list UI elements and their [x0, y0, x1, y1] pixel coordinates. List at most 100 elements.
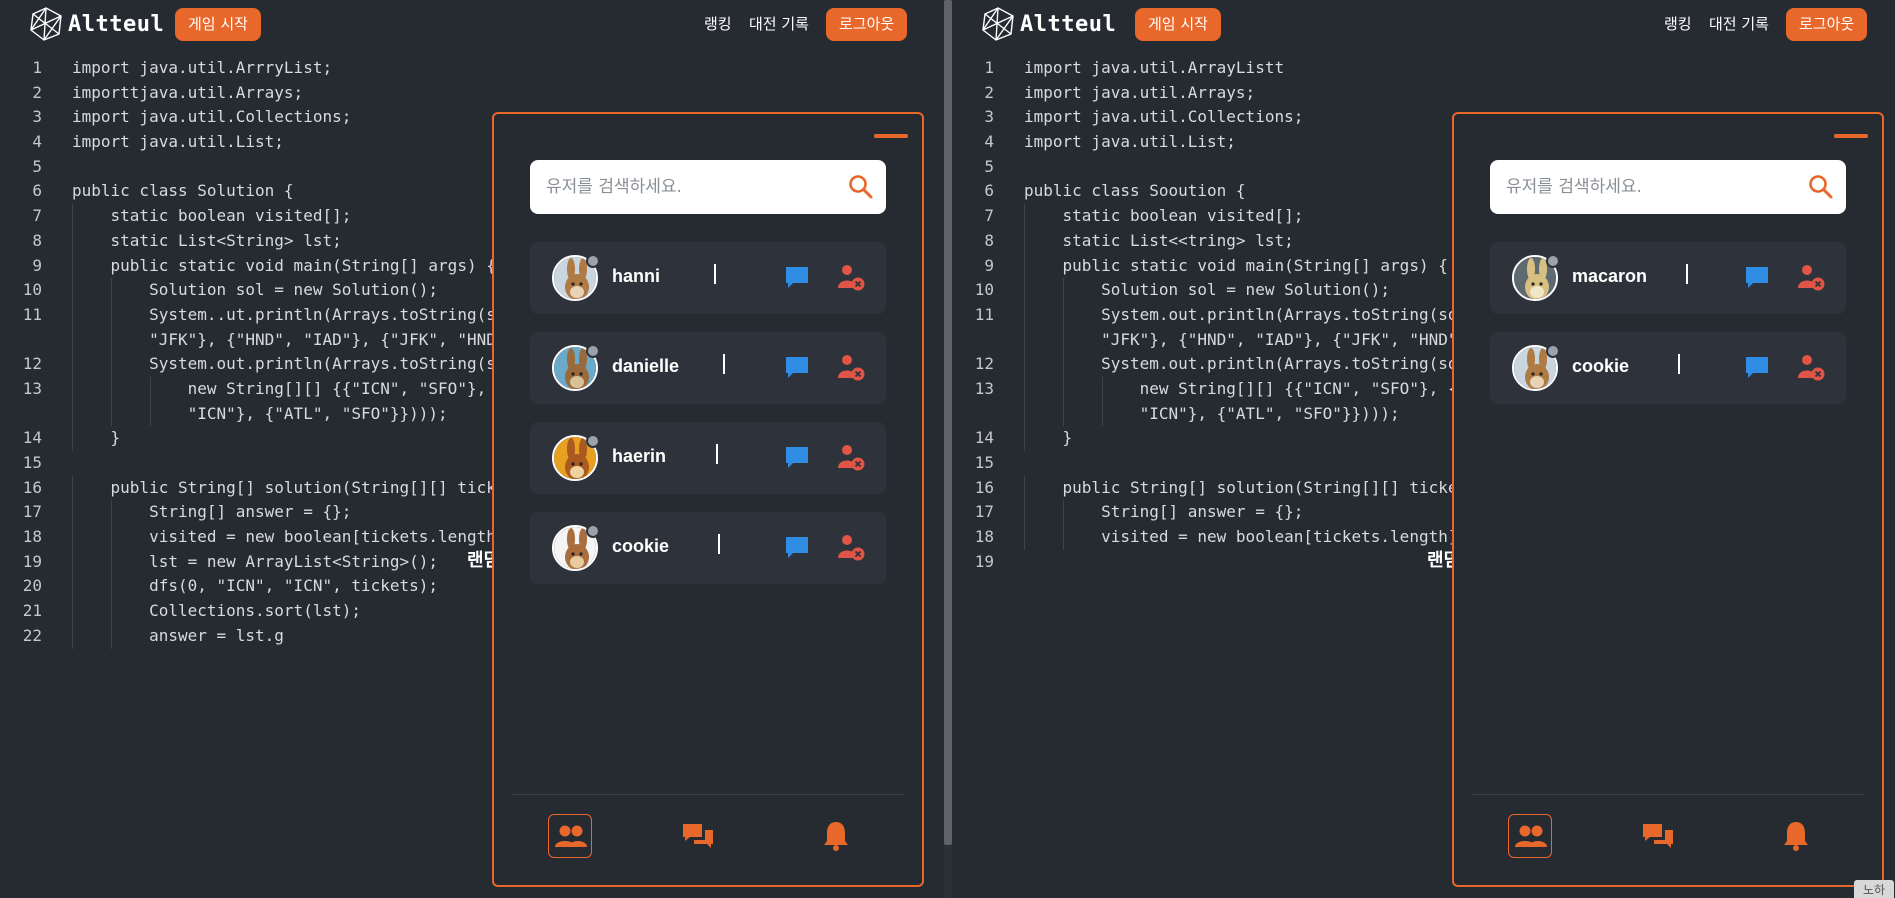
logo[interactable]: Altteul — [28, 6, 164, 42]
start-game-button[interactable]: 게임 시작 — [1135, 8, 1221, 41]
panel-divider — [1472, 794, 1864, 795]
code-text: import java.util.Collections; — [1024, 107, 1304, 127]
friend-item[interactable]: cookie — [1490, 332, 1846, 404]
remove-friend-icon[interactable] — [836, 262, 866, 292]
tab-chat[interactable] — [676, 814, 720, 858]
search-input[interactable] — [1506, 160, 1796, 214]
remove-friend-icon[interactable] — [836, 532, 866, 562]
code-line[interactable]: 2 importtjava.util.Arrays; — [0, 81, 944, 106]
line-number: 2 — [32, 82, 42, 102]
line-number: 20 — [22, 576, 42, 596]
code-text: public static void main(String[] args) { — [72, 255, 496, 275]
split-divider[interactable] — [944, 0, 952, 898]
bell-icon — [824, 822, 848, 851]
nav-history[interactable]: 대전 기록 — [749, 13, 809, 34]
code-line[interactable]: 1 import java.util.ArrryList; — [0, 56, 944, 81]
message-icon[interactable] — [784, 444, 810, 470]
logo-text: Altteul — [68, 11, 165, 37]
friend-item[interactable]: cookie — [530, 512, 886, 584]
logout-button[interactable]: 로그아웃 — [1786, 8, 1868, 41]
line-number: 7 — [984, 206, 994, 226]
nav-ranking[interactable]: 랭킹 — [704, 13, 732, 34]
friend-item[interactable]: macaron — [1490, 242, 1846, 314]
code-text: } — [1024, 428, 1073, 448]
code-text: "ICN"}, {"ATL", "SFO"}}))); — [1024, 403, 1400, 423]
tab-friends[interactable] — [1508, 814, 1552, 858]
remove-friend-icon[interactable] — [1796, 352, 1826, 382]
code-text: "JFK"}, {"HND", "IAD"}, {"JFK", "HND"}})… — [72, 329, 564, 349]
users-icon — [1515, 825, 1547, 847]
panel-divider — [512, 794, 904, 795]
line-number: 11 — [22, 304, 42, 324]
code-line[interactable]: 2 import java.util.Arrays; — [952, 81, 1895, 106]
code-text: public static void main(String[] args) { — [1024, 255, 1448, 275]
line-number: 17 — [22, 502, 42, 522]
code-text: dfs(0, "ICN", "ICN", tickets); — [72, 576, 439, 596]
search-input[interactable] — [546, 160, 836, 214]
code-text: public String[] solution(String[][] tick… — [1024, 477, 1506, 497]
start-game-button[interactable]: 게임 시작 — [175, 8, 261, 41]
remove-friend-icon[interactable] — [1796, 262, 1826, 292]
line-number: 12 — [974, 354, 994, 374]
minimize-button[interactable] — [874, 134, 908, 138]
tab-notifications[interactable] — [814, 814, 858, 858]
message-icon[interactable] — [1744, 264, 1770, 290]
line-number: 9 — [32, 255, 42, 275]
line-number: 5 — [984, 156, 994, 176]
line-number: 22 — [22, 625, 42, 645]
line-number: 15 — [974, 453, 994, 472]
tab-friends[interactable] — [548, 814, 592, 858]
users-icon — [555, 825, 587, 847]
nav-history[interactable]: 대전 기록 — [1709, 13, 1769, 34]
scrollbar-thumb[interactable] — [944, 0, 952, 845]
status-dot — [1546, 254, 1560, 268]
line-number: 11 — [974, 304, 994, 324]
tab-chat[interactable] — [1636, 814, 1680, 858]
code-text: Collections.sort(lst); — [72, 601, 361, 621]
message-icon[interactable] — [784, 534, 810, 560]
line-number: 7 — [32, 206, 42, 226]
remove-friend-icon[interactable] — [836, 352, 866, 382]
friend-name: danielle — [612, 356, 680, 376]
logout-button[interactable]: 로그아웃 — [826, 8, 908, 41]
code-text: importtjava.util.Arrays; — [72, 82, 304, 102]
line-number: 4 — [32, 132, 42, 152]
search-icon[interactable] — [848, 174, 874, 200]
friend-item[interactable]: haerin — [530, 422, 886, 494]
message-icon[interactable] — [1744, 354, 1770, 380]
separator — [1686, 264, 1688, 284]
code-text: import java.util.List; — [72, 132, 284, 152]
friend-item[interactable]: hanni — [530, 242, 886, 314]
minimize-button[interactable] — [1834, 134, 1868, 138]
friend-item[interactable]: danielle — [530, 332, 886, 404]
message-icon[interactable] — [784, 264, 810, 290]
code-text: public String[] solution(String[][] tick… — [72, 477, 554, 497]
remove-friend-icon[interactable] — [836, 442, 866, 472]
line-number: 2 — [984, 82, 994, 102]
tab-notifications[interactable] — [1774, 814, 1818, 858]
line-number: 14 — [974, 428, 994, 448]
line-number: 9 — [984, 255, 994, 275]
friend-name: cookie — [612, 536, 670, 556]
line-number: 19 — [974, 551, 994, 571]
chat-icon — [1643, 824, 1673, 848]
message-icon[interactable] — [784, 354, 810, 380]
code-text: import java.util.Arrays; — [1024, 82, 1256, 102]
top-nav: Altteul 게임 시작 랭킹 대전 기록 로그아웃 — [0, 0, 944, 50]
corner-badge[interactable]: 노하 — [1854, 880, 1894, 898]
code-text: static List<<tring> lst; — [1024, 230, 1294, 250]
friend-name: cookie — [1572, 356, 1630, 376]
code-line[interactable]: 1 import java.util.ArrayListt — [952, 56, 1895, 81]
user-search — [1490, 160, 1846, 214]
line-number: 13 — [22, 378, 42, 398]
status-dot — [586, 524, 600, 538]
code-text: answer = lst.g — [72, 625, 284, 645]
code-text: static boolean visited[]; — [1024, 206, 1304, 226]
bell-icon — [1784, 822, 1808, 851]
logo[interactable]: Altteul — [980, 6, 1116, 42]
right-pane: Altteul 게임 시작 랭킹 대전 기록 로그아웃 1 import java… — [952, 0, 1895, 898]
friends-panel: hanni danielle haerin cookie — [492, 112, 924, 887]
code-text: String[] answer = {}; — [1024, 502, 1304, 522]
nav-ranking[interactable]: 랭킹 — [1664, 13, 1692, 34]
search-icon[interactable] — [1808, 174, 1834, 200]
